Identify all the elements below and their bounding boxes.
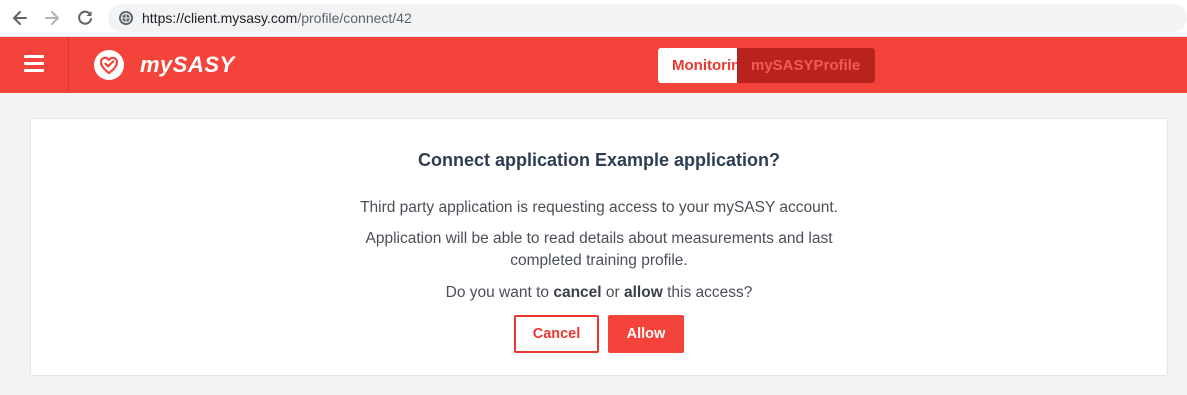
permission-text: Application will be able to read details…: [31, 228, 1167, 272]
app-header: mySASY Monitoring mySASYProfile: [0, 37, 1187, 93]
question-allow: allow: [624, 284, 663, 301]
dialog-title: Connect application Example application?: [417, 150, 781, 170]
section-tabs: Monitoring mySASYProfile: [658, 48, 875, 83]
url-path: /profile/connect/42: [297, 10, 412, 26]
forward-arrow-icon[interactable]: [42, 8, 62, 28]
header-divider: [68, 37, 69, 93]
question-suffix: this access?: [662, 284, 753, 301]
question-text: Do you want to cancel or allow this acce…: [31, 282, 1167, 304]
question-cancel: cancel: [553, 284, 602, 301]
question-prefix: Do you want to: [445, 284, 554, 301]
tab-mysasyprofile[interactable]: mySASYProfile: [737, 48, 875, 83]
tab-monitoring[interactable]: Monitoring: [658, 48, 749, 83]
connect-dialog: Connect application Example application?…: [30, 118, 1168, 376]
brand-name: mySASY: [140, 52, 235, 77]
permission-text-line1: Application will be able to read details…: [365, 230, 833, 247]
menu-icon[interactable]: [24, 55, 44, 73]
url-text[interactable]: https://client.mysasy.com/profile/connec…: [142, 9, 412, 27]
site-info-icon[interactable]: [118, 10, 134, 26]
heart-logo-icon: [94, 50, 124, 80]
browser-toolbar: https://client.mysasy.com/profile/connec…: [0, 0, 1187, 37]
question-or: or: [601, 284, 624, 301]
reload-icon[interactable]: [75, 8, 95, 28]
request-text: Third party application is requesting ac…: [360, 199, 838, 216]
allow-button[interactable]: Allow: [608, 315, 684, 353]
url-host: https://client.mysasy.com: [142, 10, 298, 26]
permission-text-line2: completed training profile.: [510, 252, 688, 269]
back-arrow-icon[interactable]: [10, 8, 30, 28]
cancel-button[interactable]: Cancel: [514, 315, 599, 353]
address-bar[interactable]: https://client.mysasy.com/profile/connec…: [108, 4, 1187, 32]
